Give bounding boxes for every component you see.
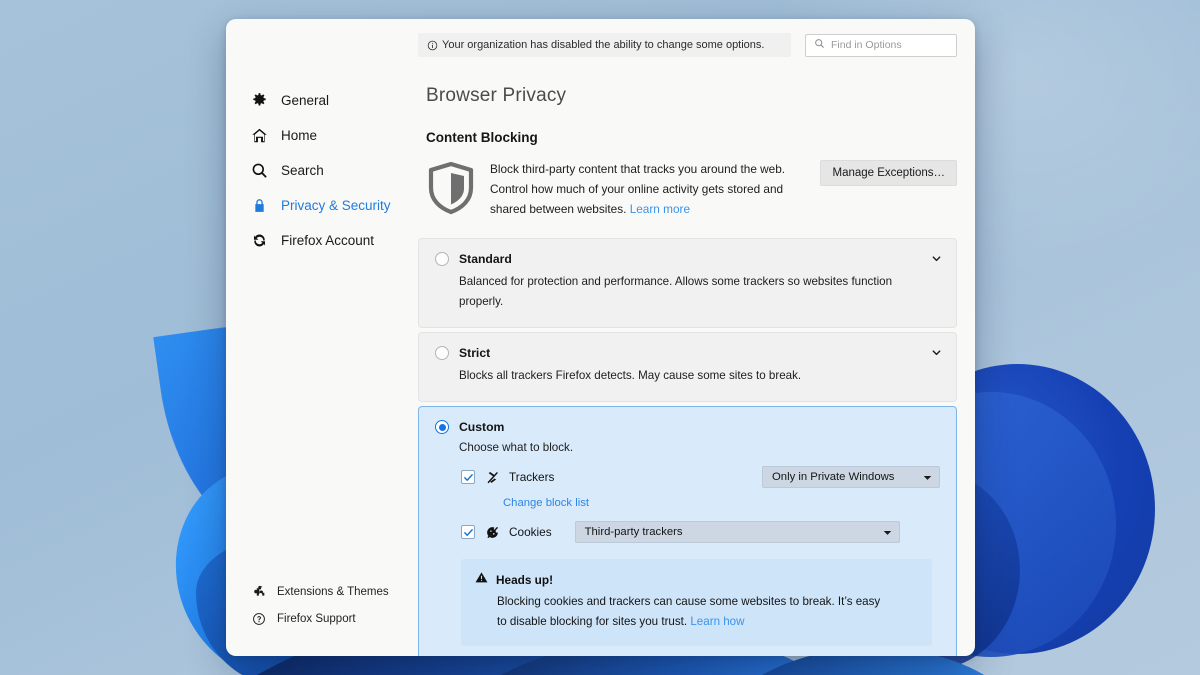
content-blocking-options: Standard Balanced for protection and per… <box>418 238 957 656</box>
sidebar-footer: Extensions & Themes Firefox Support <box>226 578 418 656</box>
option-standard-label: Standard <box>459 252 512 266</box>
cb-desc-line3: shared between websites. <box>490 202 626 216</box>
custom-row-trackers: Trackers Only in Private Windows <box>461 466 940 488</box>
heads-up-body: Blocking cookies and trackers can cause … <box>497 592 887 632</box>
search-icon <box>250 161 269 180</box>
custom-row-cookies: Cookies Third-party trackers <box>461 521 940 543</box>
dropdown-trackers-scope[interactable]: Only in Private Windows <box>762 466 940 488</box>
sidebar-item-extensions-themes[interactable]: Extensions & Themes <box>226 578 418 605</box>
sidebar-item-home[interactable]: Home <box>226 118 418 153</box>
sidebar-item-label: Privacy & Security <box>281 198 391 213</box>
shield-icon <box>426 159 476 220</box>
sidebar-item-firefox-support[interactable]: Firefox Support <box>226 605 418 632</box>
radio-strict[interactable] <box>435 346 449 360</box>
option-card-custom[interactable]: Custom Choose what to block. <box>418 406 957 656</box>
sidebar-item-label: Firefox Account <box>281 233 374 248</box>
sync-icon <box>250 231 269 250</box>
chevron-down-icon[interactable] <box>930 252 942 264</box>
puzzle-icon <box>251 584 266 599</box>
page-title: Browser Privacy <box>426 85 957 107</box>
learn-how-link[interactable]: Learn how <box>690 615 744 628</box>
cb-desc-line1: Block third-party content that tracks yo… <box>490 162 785 176</box>
heads-up-line2: disable blocking for sites you trust. <box>510 615 687 628</box>
warning-triangle-icon <box>475 571 488 589</box>
tracker-blocked-icon <box>484 469 500 485</box>
policy-notice-bar: Your organization has disabled the abili… <box>418 33 791 57</box>
sidebar-item-general[interactable]: General <box>226 83 418 118</box>
sidebar-item-label: General <box>281 93 329 108</box>
sidebar-footer-label: Firefox Support <box>277 613 356 625</box>
manage-exceptions-button[interactable]: Manage Exceptions… <box>820 160 957 186</box>
caret-down-icon <box>913 473 932 482</box>
options-main-pane: Your organization has disabled the abili… <box>418 19 975 656</box>
sidebar-item-label: Home <box>281 128 317 143</box>
find-in-options-box[interactable] <box>805 34 957 57</box>
learn-more-link[interactable]: Learn more <box>630 202 690 216</box>
section-title-content-blocking: Content Blocking <box>426 130 957 145</box>
radio-standard[interactable] <box>435 252 449 266</box>
label-trackers: Trackers <box>509 470 554 484</box>
search-input[interactable] <box>831 39 948 51</box>
info-circle-icon <box>427 40 439 51</box>
sidebar-item-privacy-security[interactable]: Privacy & Security <box>226 188 418 223</box>
gear-icon <box>250 91 269 110</box>
chevron-down-icon[interactable] <box>930 346 942 358</box>
help-circle-icon <box>251 611 266 626</box>
dropdown-cookies-scope[interactable]: Third-party trackers <box>575 521 900 543</box>
option-strict-label: Strict <box>459 346 490 360</box>
option-custom-header: Custom <box>435 420 940 434</box>
change-block-list-link[interactable]: Change block list <box>503 497 940 509</box>
cb-desc-line2: Control how much of your online activity… <box>490 182 783 196</box>
sidebar-item-search[interactable]: Search <box>226 153 418 188</box>
option-custom-label: Custom <box>459 420 504 434</box>
option-card-strict[interactable]: Strict Blocks all trackers Firefox detec… <box>418 332 957 402</box>
policy-notice-text: Your organization has disabled the abili… <box>442 39 764 51</box>
cookie-blocked-icon <box>484 524 500 540</box>
content-blocking-intro: Block third-party content that tracks yo… <box>426 159 957 220</box>
home-icon <box>250 126 269 145</box>
heads-up-callout: Heads up! Blocking cookies and trackers … <box>461 559 932 646</box>
checkbox-trackers[interactable] <box>461 470 475 484</box>
lock-icon <box>250 196 269 215</box>
caret-down-icon <box>873 528 892 537</box>
options-topbar: Your organization has disabled the abili… <box>418 19 957 57</box>
heads-up-title: Heads up! <box>496 573 553 587</box>
option-custom-subtitle: Choose what to block. <box>459 441 940 454</box>
option-strict-description: Blocks all trackers Firefox detects. May… <box>459 366 899 386</box>
sidebar-footer-label: Extensions & Themes <box>277 586 389 598</box>
content-blocking-description: Block third-party content that tracks yo… <box>490 159 785 219</box>
options-sidebar: General Home Search Privacy & Security <box>226 19 418 656</box>
dropdown-cookies-value: Third-party trackers <box>585 526 683 538</box>
search-icon <box>814 36 825 54</box>
option-strict-header: Strict <box>435 346 940 360</box>
option-card-standard[interactable]: Standard Balanced for protection and per… <box>418 238 957 328</box>
firefox-options-window: General Home Search Privacy & Security <box>226 19 975 656</box>
label-cookies: Cookies <box>509 525 552 539</box>
sidebar-nav: General Home Search Privacy & Security <box>226 83 418 258</box>
sidebar-item-firefox-account[interactable]: Firefox Account <box>226 223 418 258</box>
option-standard-description: Balanced for protection and performance.… <box>459 272 899 312</box>
dropdown-trackers-value: Only in Private Windows <box>772 471 894 483</box>
option-standard-header: Standard <box>435 252 940 266</box>
radio-custom[interactable] <box>435 420 449 434</box>
checkbox-cookies[interactable] <box>461 525 475 539</box>
heads-up-header: Heads up! <box>475 571 916 589</box>
sidebar-item-label: Search <box>281 163 324 178</box>
